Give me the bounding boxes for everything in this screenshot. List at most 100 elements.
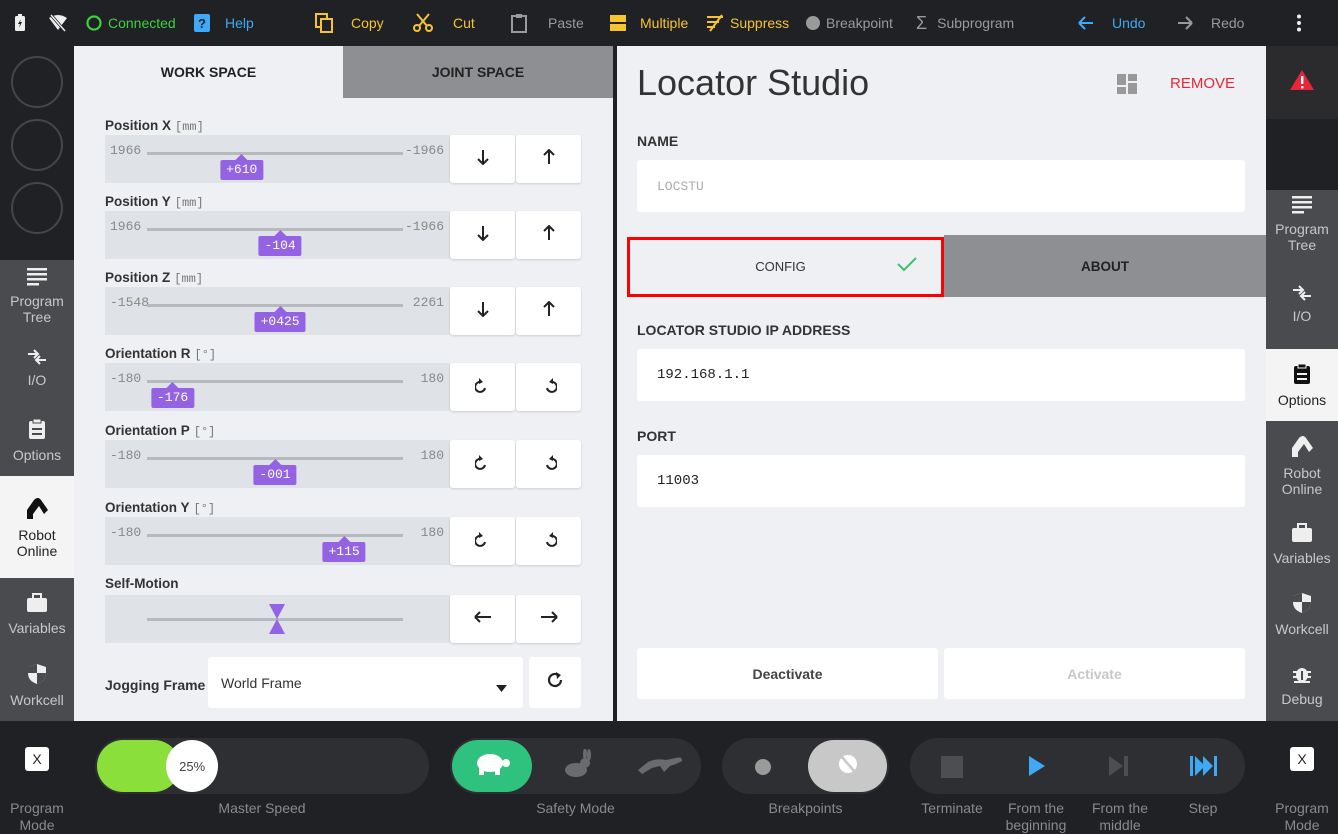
decrease-button[interactable]	[450, 287, 515, 335]
self-motion-left-button[interactable]	[450, 595, 515, 643]
slider-unit: [°]	[193, 502, 216, 516]
safety-rabbit-button[interactable]	[542, 740, 612, 792]
right-nav-options[interactable]: Options	[1266, 349, 1338, 421]
increase-button[interactable]	[516, 135, 581, 183]
right-nav-label: I/O	[1292, 307, 1312, 324]
breakpoint-button[interactable]: Breakpoint	[806, 0, 893, 46]
jog-slider[interactable]: -180 180 -001	[105, 440, 450, 488]
slider-value-bubble[interactable]: +115	[322, 536, 366, 562]
arrow-left-icon	[1078, 16, 1094, 30]
from-middle-button[interactable]	[1108, 755, 1130, 782]
right-nav-io[interactable]: I/O	[1266, 259, 1338, 349]
program-mode-left-button[interactable]: X	[25, 747, 49, 771]
slider-label: Orientation Y [°]	[105, 500, 215, 516]
increase-button[interactable]	[516, 211, 581, 259]
tab-about[interactable]: ABOUT	[944, 235, 1266, 297]
slider-value-bubble[interactable]: +0425	[254, 306, 306, 332]
step-icon	[1190, 756, 1218, 781]
left-nav-robot-online[interactable]: Robot Online	[0, 476, 74, 578]
slider-value-bubble[interactable]: -001	[253, 459, 297, 485]
subprogram-button[interactable]: Σ Subprogram	[916, 0, 1014, 46]
arrow-right-icon	[1177, 16, 1193, 30]
jog-slider[interactable]: -180 180 +115	[105, 517, 450, 565]
rotate-ccw-button[interactable]	[516, 517, 581, 565]
help-button[interactable]: ? Help	[193, 0, 254, 46]
terminate-label: Terminate	[921, 800, 983, 816]
refresh-frame-button[interactable]	[529, 657, 581, 708]
rotate-cw-button[interactable]	[450, 363, 515, 411]
self-motion-slider[interactable]	[105, 595, 450, 643]
jogging-frame-select[interactable]: World Frame	[208, 657, 523, 708]
jog-slider[interactable]: 1966 -1966 +610	[105, 135, 450, 183]
from-beginning-label: From the beginning	[1005, 800, 1067, 833]
step-button[interactable]	[1190, 755, 1218, 782]
rotate-ccw-icon	[541, 453, 558, 476]
left-nav-variables[interactable]: Variables	[0, 578, 74, 650]
breakpoint-dot-icon[interactable]	[755, 759, 771, 780]
safety-cheetah-button[interactable]	[622, 740, 698, 792]
subprogram-label: Subprogram	[937, 15, 1015, 31]
suppress-button[interactable]: Suppress	[706, 0, 789, 46]
master-speed-slider[interactable]: 25%	[95, 738, 429, 794]
left-nav-workcell[interactable]: Workcell	[0, 650, 74, 721]
left-nav-program-tree[interactable]: Program Tree	[0, 260, 74, 332]
slider-value-bubble[interactable]: -104	[258, 230, 302, 256]
more-menu-icon[interactable]	[1296, 0, 1302, 46]
rotate-ccw-button[interactable]	[516, 440, 581, 488]
left-nav-io[interactable]: I/O	[0, 332, 74, 404]
self-motion-right-button[interactable]	[516, 595, 581, 643]
warning-button[interactable]	[1266, 46, 1338, 119]
rotate-cw-button[interactable]	[450, 440, 515, 488]
right-nav-workcell[interactable]: Workcell	[1266, 579, 1338, 650]
undo-button[interactable]: Undo	[1078, 0, 1145, 46]
port-field[interactable]: 11003	[637, 455, 1245, 507]
slider-max: 2261	[412, 295, 444, 310]
left-nav-options[interactable]: Options	[0, 404, 74, 476]
slider-value-bubble[interactable]: +610	[220, 154, 264, 180]
slider-label: Orientation R [°]	[105, 346, 216, 362]
right-nav-debug[interactable]: Debug	[1266, 650, 1338, 721]
rotate-ccw-icon	[541, 530, 558, 553]
hourglass-handle-icon[interactable]	[269, 604, 285, 639]
rotate-cw-button[interactable]	[450, 517, 515, 565]
copy-button[interactable]: Copy	[315, 0, 384, 46]
slider-unit: [°]	[194, 348, 217, 362]
multiple-button[interactable]: Multiple	[610, 0, 688, 46]
increase-button[interactable]	[516, 287, 581, 335]
connected-icon	[86, 15, 102, 31]
decrease-button[interactable]	[450, 211, 515, 259]
layout-icon[interactable]	[1117, 74, 1137, 99]
jog-slider[interactable]: -180 180 -176	[105, 363, 450, 411]
program-mode-right-button[interactable]: X	[1290, 747, 1314, 771]
slider-label: Position Z [mm]	[105, 270, 203, 286]
master-speed-knob[interactable]: 25%	[166, 740, 219, 792]
decrease-button[interactable]	[450, 135, 515, 183]
copy-label: Copy	[351, 15, 384, 31]
slider-label-text: Position Z	[105, 270, 171, 285]
tab-joint-space[interactable]: JOINT SPACE	[343, 46, 613, 98]
name-field[interactable]: LOCSTU	[637, 160, 1245, 212]
self-motion-label: Self-Motion	[105, 576, 179, 591]
right-nav-robot-online[interactable]: Robot Online	[1266, 421, 1338, 509]
right-nav-variables[interactable]: Variables	[1266, 509, 1338, 579]
right-nav-label: Workcell	[1275, 621, 1329, 637]
jog-slider[interactable]: -1548 2261 +0425	[105, 287, 450, 335]
safety-turtle-button[interactable]	[452, 740, 532, 792]
activate-button[interactable]: Activate	[944, 648, 1245, 699]
from-beginning-button[interactable]	[1028, 755, 1046, 782]
redo-button[interactable]: Redo	[1177, 0, 1244, 46]
breakpoints-off-button[interactable]	[808, 740, 887, 792]
tab-work-space[interactable]: WORK SPACE	[74, 46, 343, 98]
ip-address-field[interactable]: 192.168.1.1	[637, 349, 1245, 401]
slider-value-bubble[interactable]: -176	[150, 382, 195, 408]
right-nav-program-tree[interactable]: Program Tree	[1266, 190, 1338, 259]
rotate-ccw-button[interactable]	[516, 363, 581, 411]
remove-button[interactable]: REMOVE	[1170, 75, 1235, 92]
paste-button[interactable]: Paste	[511, 0, 584, 46]
arrow-up-icon	[542, 224, 555, 246]
breakpoint-icon	[806, 16, 820, 30]
terminate-button[interactable]	[941, 756, 963, 783]
cut-button[interactable]: Cut	[413, 0, 475, 46]
deactivate-button[interactable]: Deactivate	[637, 648, 938, 699]
jog-slider[interactable]: 1966 -1966 -104	[105, 211, 450, 259]
